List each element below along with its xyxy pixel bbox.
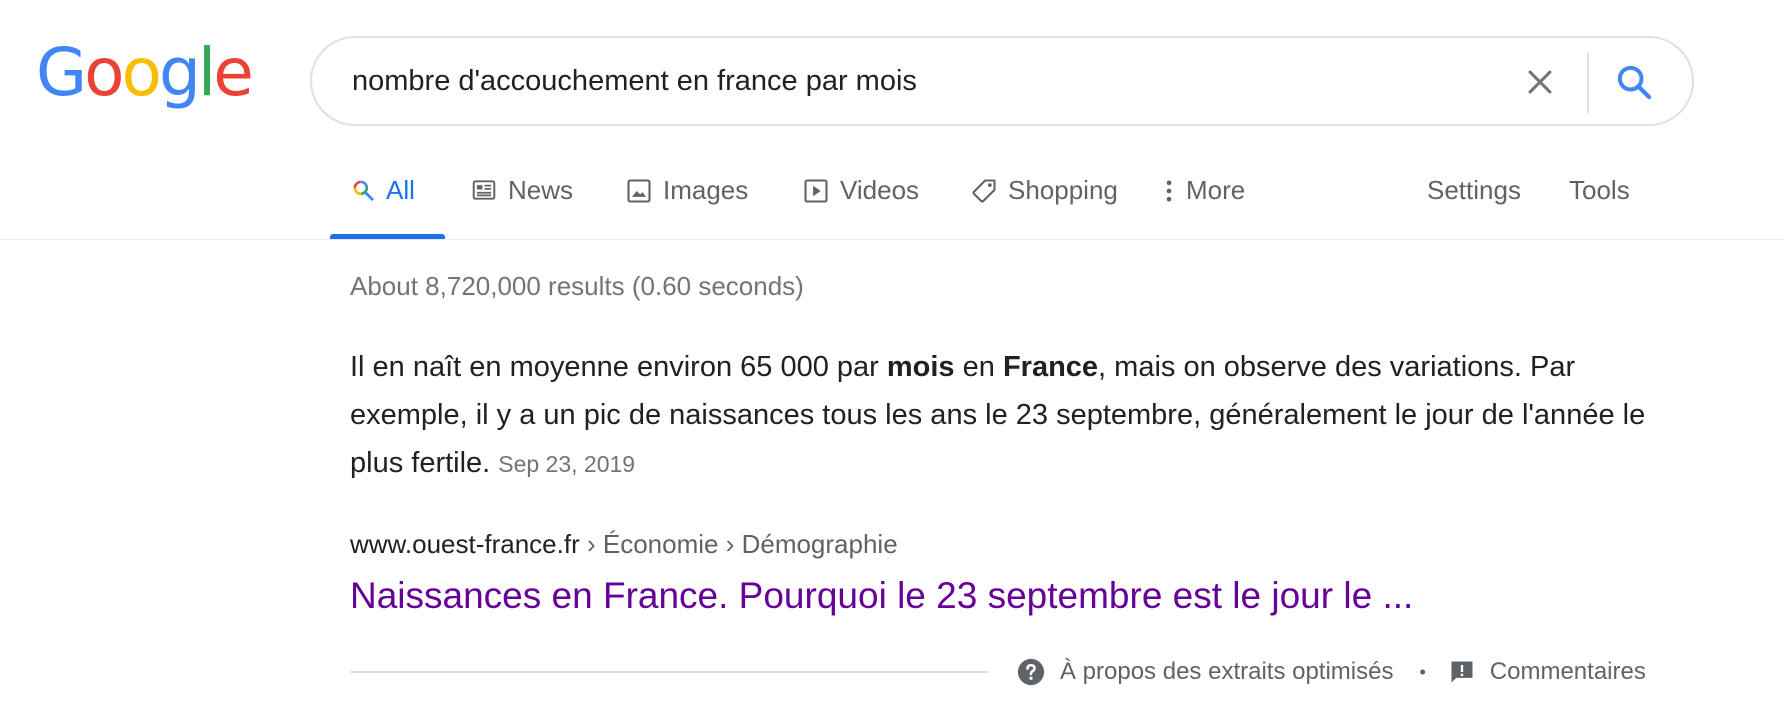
search-tabs: All News Images Videos Shopping More Set… xyxy=(0,175,1784,237)
feedback-icon xyxy=(1451,661,1473,683)
logo-letter: g xyxy=(158,34,201,111)
tab-label: News xyxy=(508,175,574,205)
tab-label: More xyxy=(1186,175,1246,205)
search-icon xyxy=(1617,65,1652,100)
tab-label: All xyxy=(386,175,415,205)
close-icon xyxy=(1528,70,1552,94)
search-multicolor-icon xyxy=(350,177,376,203)
image-icon xyxy=(625,177,653,205)
tools-label: Tools xyxy=(1569,175,1630,205)
result-title-link[interactable]: Naissances en France. Pourquoi le 23 sep… xyxy=(350,575,1413,617)
snippet-bold: mois xyxy=(886,351,955,383)
snippet-text: en xyxy=(954,351,1003,383)
tab-all[interactable]: All xyxy=(350,175,415,237)
footer-separator: • xyxy=(1419,661,1426,682)
snippet-text: Il en naît en moyenne environ 65 000 par xyxy=(350,351,887,383)
feedback-link[interactable]: Commentaires xyxy=(1448,658,1646,686)
settings-link[interactable]: Settings xyxy=(1427,175,1521,237)
tab-images[interactable]: Images xyxy=(625,175,748,237)
play-icon xyxy=(802,177,830,205)
snippet-date: Sep 23, 2019 xyxy=(498,451,636,477)
featured-snippet: Il en naît en moyenne environ 65 000 par… xyxy=(350,343,1680,488)
snippet-bold: France xyxy=(1002,351,1099,383)
tab-news[interactable]: News xyxy=(470,175,573,237)
logo-letter: o xyxy=(84,34,124,111)
search-input[interactable]: nombre d'accouchement en france par mois xyxy=(352,65,917,98)
header-divider xyxy=(0,239,1784,240)
search-divider xyxy=(1587,53,1589,113)
logo-letter: G xyxy=(36,34,87,111)
newspaper-icon xyxy=(470,177,498,203)
search-box[interactable]: nombre d'accouchement en france par mois xyxy=(310,36,1694,126)
more-vert-icon xyxy=(1164,177,1174,205)
tab-label: Videos xyxy=(840,175,920,205)
snippet-footer-divider xyxy=(350,671,988,673)
google-logo[interactable]: Google xyxy=(36,34,254,111)
search-button[interactable] xyxy=(1608,56,1660,108)
result-stats: About 8,720,000 results (0.60 seconds) xyxy=(350,271,804,301)
logo-letter: e xyxy=(213,34,254,111)
tag-icon xyxy=(970,177,998,205)
about-snippets-label: À propos des extraits optimisés xyxy=(1060,658,1394,685)
tab-label: Images xyxy=(663,175,749,205)
tab-videos[interactable]: Videos xyxy=(802,175,919,237)
about-snippets-link[interactable]: À propos des extraits optimisés xyxy=(1016,657,1393,687)
feedback-label: Commentaires xyxy=(1489,658,1646,685)
tab-more[interactable]: More xyxy=(1164,175,1245,237)
settings-label: Settings xyxy=(1427,175,1521,205)
tools-link[interactable]: Tools xyxy=(1569,175,1630,237)
result-url[interactable]: www.ouest-france.fr › Économie › Démogra… xyxy=(350,529,898,560)
tab-shopping[interactable]: Shopping xyxy=(970,175,1118,237)
logo-letter: l xyxy=(197,34,216,111)
help-icon xyxy=(1017,658,1045,686)
snippet-footer: À propos des extraits optimisés • Commen… xyxy=(1016,655,1646,689)
tab-label: Shopping xyxy=(1008,175,1118,205)
result-domain: www.ouest-france.fr xyxy=(350,529,580,559)
logo-letter: o xyxy=(121,34,162,111)
result-breadcrumb: › Économie › Démographie xyxy=(579,529,898,559)
clear-search-button[interactable] xyxy=(1516,58,1564,106)
